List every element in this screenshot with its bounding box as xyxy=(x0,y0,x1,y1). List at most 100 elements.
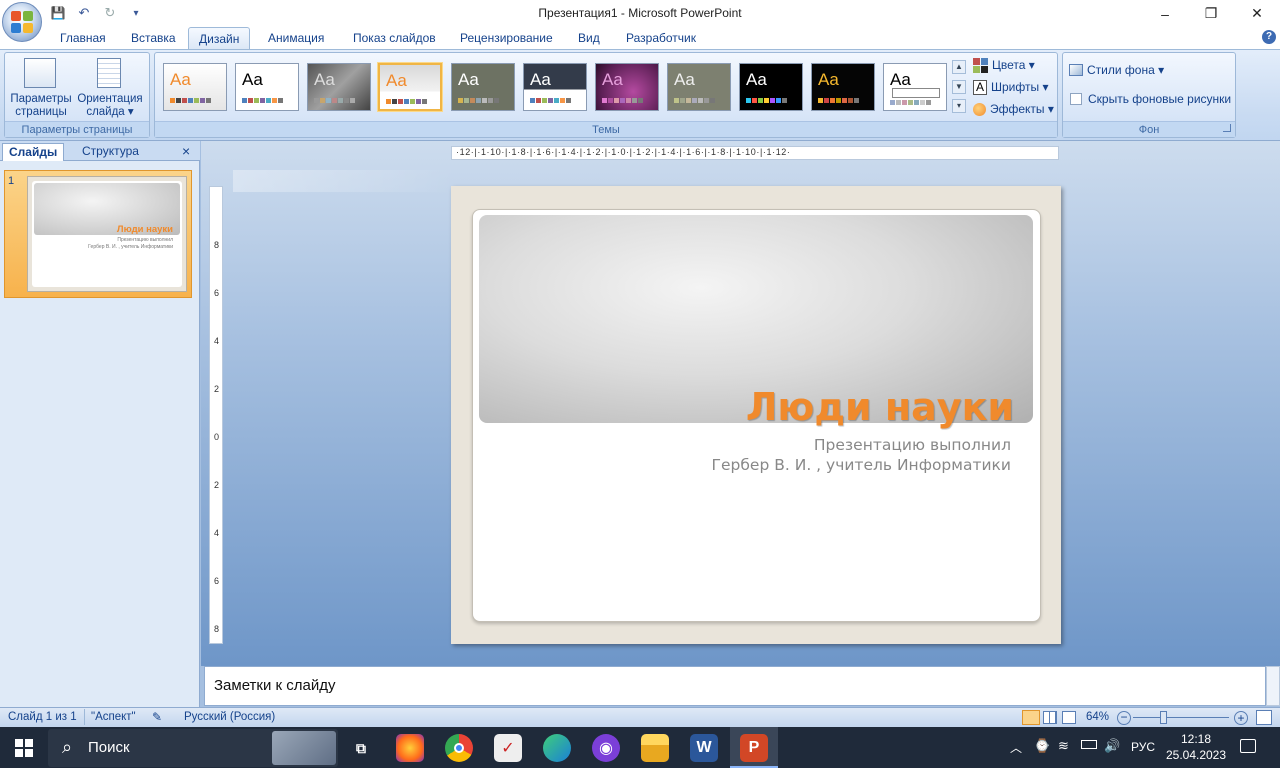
theme-office-8[interactable]: Aa xyxy=(667,63,731,111)
notifications-icon[interactable] xyxy=(1240,739,1256,753)
hide-background-label: Скрыть фоновые рисунки xyxy=(1088,92,1232,106)
presentation-app-icon[interactable]: ✓ xyxy=(494,734,522,762)
notes-area[interactable]: Заметки к слайду xyxy=(204,666,1266,706)
theme-aspect-selected[interactable]: Aa xyxy=(378,63,442,111)
themes-scroll-up-icon[interactable]: ▲ xyxy=(952,60,966,74)
close-panel-icon[interactable]: × xyxy=(182,143,190,159)
zoom-out-icon[interactable]: − xyxy=(1117,711,1131,725)
theme-fonts-button[interactable]: A Шрифты ▾ xyxy=(973,77,1048,97)
office-button[interactable] xyxy=(2,2,42,42)
notes-scrollbar[interactable] xyxy=(1266,666,1280,706)
spellcheck-icon[interactable]: ✎ xyxy=(152,710,162,724)
vertical-ruler-tick-label: 4 xyxy=(213,336,219,346)
slide-count: Слайд 1 из 1 xyxy=(8,711,77,723)
background-styles-button[interactable]: Стили фона ▾ xyxy=(1069,63,1164,77)
maximize-button[interactable]: ❐ xyxy=(1188,0,1234,27)
group-label: Параметры страницы xyxy=(5,121,149,137)
theme-office-1[interactable]: Aa xyxy=(163,63,227,111)
edge-icon[interactable] xyxy=(543,734,571,762)
theme-office-7[interactable]: Aa xyxy=(595,63,659,111)
slide-orientation-button[interactable]: Ориентация слайда ▾ xyxy=(74,93,146,119)
page-setup-icon xyxy=(24,58,56,88)
theme-office-11[interactable]: Aa xyxy=(883,63,947,111)
wifi-icon[interactable]: ≋ xyxy=(1058,738,1069,754)
tab-slides[interactable]: Слайды xyxy=(2,143,65,161)
slide-subtitle[interactable]: Презентацию выполнил Гербер В. И. , учит… xyxy=(480,435,1011,475)
window-title: Презентация1 - Microsoft PowerPoint xyxy=(538,6,742,20)
effects-label: Эффекты ▾ xyxy=(990,102,1054,116)
tab-view[interactable]: Вид xyxy=(576,27,602,50)
vertical-ruler-tick-label: 2 xyxy=(213,480,219,490)
task-view-icon[interactable]: ⧉ xyxy=(347,734,375,762)
colors-icon xyxy=(973,57,988,73)
hide-background-checkbox[interactable] xyxy=(1070,93,1082,105)
background-dialog-launcher-icon[interactable] xyxy=(1223,124,1231,132)
thumb-title: Люди науки xyxy=(116,224,173,235)
chrome-icon[interactable] xyxy=(445,734,473,762)
vertical-ruler-tick-label: 8 xyxy=(213,624,219,634)
file-explorer-icon[interactable] xyxy=(641,734,669,762)
page-setup-button[interactable]: Параметры страницы xyxy=(8,93,74,119)
fit-to-window-icon[interactable] xyxy=(1256,710,1272,725)
minimize-button[interactable]: – xyxy=(1142,0,1188,27)
zoom-in-icon[interactable]: + xyxy=(1234,711,1248,725)
firefox-icon[interactable] xyxy=(396,734,424,762)
word-icon[interactable]: W xyxy=(690,734,718,762)
vertical-ruler-tick-label: 8 xyxy=(213,240,219,250)
slide-title[interactable]: Люди науки xyxy=(480,385,1014,429)
media-player-icon[interactable]: ◉ xyxy=(592,734,620,762)
hide-background-graphics[interactable]: Скрыть фоновые рисунки xyxy=(1070,92,1231,106)
theme-office-10[interactable]: Aa xyxy=(811,63,875,111)
close-button[interactable]: ✕ xyxy=(1234,0,1280,27)
search-placeholder: Поиск xyxy=(88,739,130,756)
vertical-ruler[interactable]: 8 6 4 2 0 2 4 6 8 xyxy=(209,186,223,644)
workspace-glare xyxy=(233,170,453,192)
language-indicator[interactable]: Русский (Россия) xyxy=(184,711,275,723)
themes-more-icon[interactable]: ▾ xyxy=(952,99,966,113)
fonts-icon: A xyxy=(973,79,987,95)
status-divider xyxy=(84,709,85,725)
show-hidden-icons-icon[interactable]: ︿ xyxy=(1010,739,1022,756)
zoom-slider[interactable] xyxy=(1133,717,1229,718)
zoom-level[interactable]: 64% xyxy=(1086,711,1109,723)
tab-insert[interactable]: Вставка xyxy=(129,27,178,50)
office-logo-icon xyxy=(11,11,33,33)
theme-office-9[interactable]: Aa xyxy=(739,63,803,111)
theme-office-5[interactable]: Aa xyxy=(451,63,515,111)
theme-office-3[interactable]: Aa xyxy=(307,63,371,111)
tab-developer[interactable]: Разработчик xyxy=(624,27,698,50)
help-icon[interactable]: ? xyxy=(1262,30,1276,44)
vertical-ruler-tick-label: 4 xyxy=(213,528,219,538)
slideshow-view-icon[interactable] xyxy=(1062,711,1076,724)
theme-office-2[interactable]: Aa xyxy=(235,63,299,111)
theme-office-6[interactable]: Aa xyxy=(523,63,587,111)
status-bar: Слайд 1 из 1 "Аспект" ✎ Русский (Россия)… xyxy=(0,707,1280,727)
tab-design[interactable]: Дизайн xyxy=(188,27,251,50)
vertical-ruler-tick-label: 0 xyxy=(213,432,219,442)
theme-effects-button[interactable]: Эффекты ▾ xyxy=(973,99,1054,119)
tab-slideshow[interactable]: Показ слайдов xyxy=(351,27,438,50)
background-styles-label: Стили фона ▾ xyxy=(1087,63,1165,77)
volume-icon[interactable]: 🔊 xyxy=(1104,738,1120,754)
normal-view-icon[interactable] xyxy=(1022,710,1040,725)
slide-orientation-icon xyxy=(97,58,121,88)
slide-sorter-icon[interactable] xyxy=(1043,711,1057,724)
theme-colors-button[interactable]: Цвета ▾ xyxy=(973,55,1035,75)
tab-home[interactable]: Главная xyxy=(58,27,108,50)
input-language[interactable]: РУС xyxy=(1131,740,1155,754)
themes-scroll-down-icon[interactable]: ▼ xyxy=(952,80,966,94)
clock[interactable]: 12:18 25.04.2023 xyxy=(1160,731,1232,763)
taskbar-search-box[interactable]: ⌕ Поиск xyxy=(48,729,338,767)
windows-start-icon[interactable] xyxy=(15,739,33,757)
zoom-slider-thumb[interactable] xyxy=(1160,711,1167,724)
group-label: Фон xyxy=(1063,121,1235,137)
battery-icon[interactable] xyxy=(1081,740,1097,749)
horizontal-ruler[interactable]: ·12·|·1·10·|·1·8·|·1·6·|·1·4·|·1·2·|·1·0… xyxy=(451,146,1059,160)
tray-device-icon[interactable]: ⌚ xyxy=(1034,738,1050,754)
slide-thumbnail[interactable]: Люди науки Презентацию выполнил Гербер В.… xyxy=(27,176,187,292)
tab-outline[interactable]: Структура xyxy=(76,143,145,161)
tab-review[interactable]: Рецензирование xyxy=(458,27,555,50)
colors-label: Цвета ▾ xyxy=(992,58,1035,72)
tab-animation[interactable]: Анимация xyxy=(266,27,326,50)
powerpoint-taskbar-active[interactable]: P xyxy=(730,727,778,768)
